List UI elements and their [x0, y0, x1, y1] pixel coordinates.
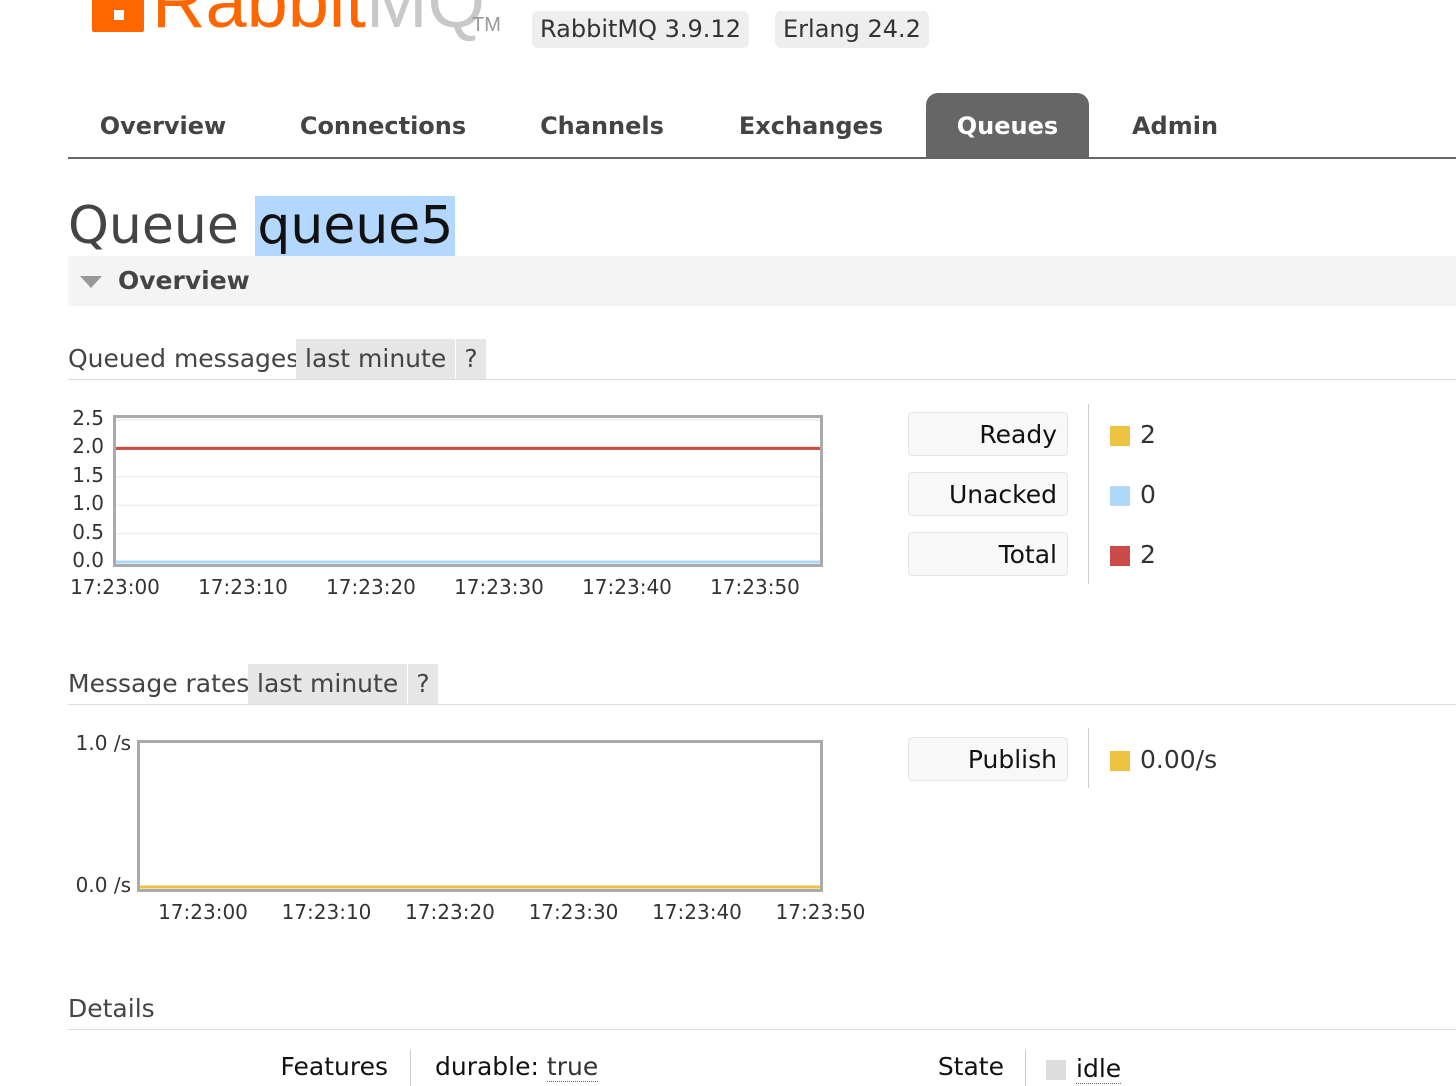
tab-exchanges[interactable]: Exchanges — [718, 93, 904, 157]
publish-swatch-icon — [1110, 751, 1130, 771]
trademark-mark: TM — [472, 14, 501, 36]
legend-publish-label: Publish — [908, 737, 1068, 781]
overview-section-toggle[interactable]: Overview — [68, 256, 1456, 306]
queued-y-tick-label: 0.0 — [72, 548, 104, 572]
state-indicator-icon — [1046, 1060, 1066, 1080]
tab-connections[interactable]: Connections — [278, 93, 488, 157]
queued-x-tick-label: 17:23:40 — [582, 575, 672, 599]
tab-queues[interactable]: Queues — [926, 93, 1089, 157]
queued-x-tick-label: 17:23:50 — [710, 575, 800, 599]
rates-help-button[interactable]: ? — [408, 664, 438, 704]
legend-unacked-label: Unacked — [908, 472, 1068, 516]
durable-key: durable: — [435, 1052, 539, 1081]
legend-separator — [1088, 728, 1089, 788]
message-rates-plot — [140, 885, 820, 889]
message-rates-title: Message rates — [68, 669, 250, 698]
queued-y-tick-label: 0.5 — [72, 519, 104, 544]
queued-y-tick-label: 2.0 — [72, 434, 104, 459]
durable-feature: durable: true — [435, 1052, 599, 1082]
main-nav: Overview Connections Channels Exchanges … — [68, 93, 1456, 159]
rates-x-tick-label: 17:23:00 — [158, 900, 248, 924]
details-title: Details — [68, 994, 155, 1023]
queued-help-button[interactable]: ? — [456, 339, 486, 379]
overview-section-label: Overview — [118, 266, 250, 295]
rates-y-tick-label: 1.0 /s — [75, 731, 131, 755]
queued-x-tick-label: 17:23:30 — [454, 575, 544, 599]
tab-admin[interactable]: Admin — [1108, 93, 1242, 157]
rates-x-tick-label: 17:23:20 — [405, 900, 495, 924]
rates-y-tick-label: 0.0 /s — [75, 873, 131, 897]
legend-ready-label: Ready — [908, 412, 1068, 456]
ready-swatch-icon — [1110, 426, 1130, 446]
page-title: Queue queue5 — [68, 196, 456, 256]
queued-messages-chart — [113, 415, 823, 567]
legend-publish-value: 0.00/s — [1140, 745, 1218, 774]
unacked-swatch-icon — [1110, 486, 1130, 506]
rates-x-tick-label: 17:23:10 — [281, 900, 372, 924]
rates-x-tick-label: 17:23:30 — [528, 900, 619, 924]
message-rates-header: Message rates last minute ? — [68, 664, 1456, 705]
version-badge: RabbitMQ 3.9.12 — [532, 11, 749, 48]
state-value: idle — [1076, 1054, 1122, 1084]
queued-messages-header: Queued messages last minute ? — [68, 339, 1456, 380]
rates-x-tick-label: 17:23:40 — [652, 900, 742, 924]
queued-x-tick-label: 17:23:10 — [198, 575, 288, 599]
legend-unacked-value: 0 — [1140, 480, 1156, 509]
rabbit-logo-icon — [92, 0, 144, 32]
queue-name: queue5 — [255, 196, 456, 256]
queued-x-tick-label: 17:23:00 — [70, 575, 160, 599]
legend-total-label: Total — [908, 532, 1068, 576]
total-swatch-icon — [1110, 546, 1130, 566]
queued-y-tick-label: 1.5 — [72, 462, 104, 487]
message-rates-chart — [137, 740, 823, 892]
details-header: Details — [68, 989, 1456, 1030]
queued-y-tick-label: 1.0 — [72, 491, 104, 516]
tab-channels[interactable]: Channels — [514, 93, 690, 157]
features-label: Features — [280, 1052, 389, 1081]
legend-ready-value: 2 — [1140, 420, 1156, 449]
rates-range-selector[interactable]: last minute — [248, 664, 408, 704]
state-label: State — [937, 1052, 1004, 1081]
page-title-prefix: Queue — [68, 196, 239, 256]
erlang-badge: Erlang 24.2 — [775, 11, 929, 48]
queued-messages-title: Queued messages — [68, 344, 300, 373]
queued-y-tick-label: 2.5 — [72, 406, 104, 430]
durable-value: true — [546, 1052, 599, 1082]
legend-separator — [1088, 404, 1089, 584]
tab-overview[interactable]: Overview — [68, 93, 258, 157]
collapse-triangle-icon — [80, 276, 102, 288]
rates-x-tick-label: 17:23:50 — [775, 900, 866, 924]
legend-total-value: 2 — [1140, 540, 1156, 569]
queued-messages-plot — [116, 419, 820, 564]
queued-range-selector[interactable]: last minute — [296, 339, 456, 379]
details-separator — [410, 1050, 411, 1086]
queued-x-tick-label: 17:23:20 — [326, 575, 416, 599]
details-separator — [1025, 1050, 1026, 1086]
